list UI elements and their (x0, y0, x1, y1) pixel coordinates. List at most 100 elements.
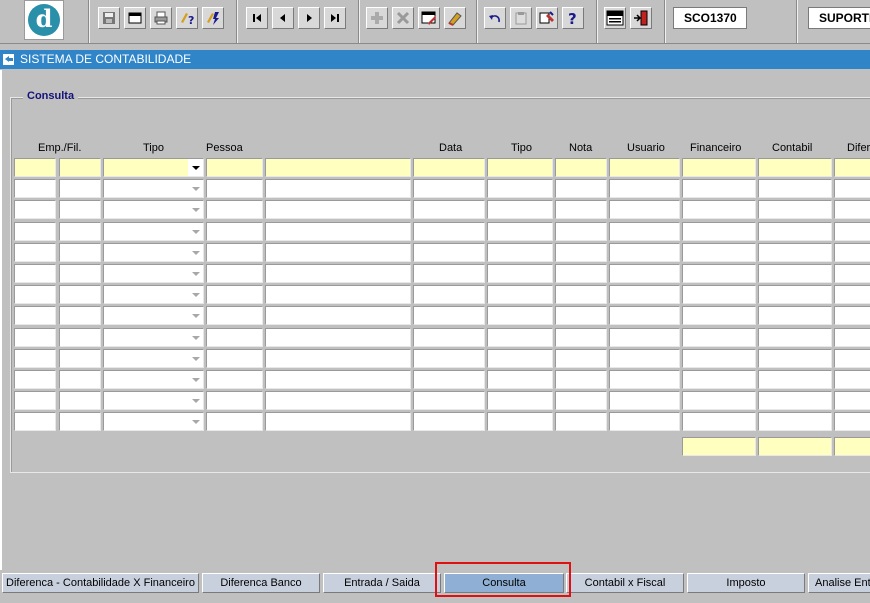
tipo-combo[interactable] (103, 285, 204, 304)
chevron-down-icon[interactable] (188, 180, 203, 197)
fil-field[interactable] (59, 412, 101, 431)
usuario-field[interactable] (609, 243, 680, 262)
tipo-combo[interactable] (103, 306, 204, 325)
contabil-field[interactable] (758, 158, 832, 177)
tipo-doc-field[interactable] (487, 412, 553, 431)
usuario-field[interactable] (609, 158, 680, 177)
tipo-combo[interactable] (103, 264, 204, 283)
diferenca-field[interactable] (834, 412, 870, 431)
tipo-doc-field[interactable] (487, 179, 553, 198)
nota-field[interactable] (555, 243, 607, 262)
diferenca-field[interactable] (834, 200, 870, 219)
financeiro-field[interactable] (682, 222, 756, 241)
diferenca-field[interactable] (834, 328, 870, 347)
contabil-field[interactable] (758, 328, 832, 347)
data-field[interactable] (413, 200, 485, 219)
tipo-combo[interactable] (103, 391, 204, 410)
chevron-down-icon[interactable] (188, 286, 203, 303)
pessoa-name-field[interactable] (265, 264, 411, 283)
diferenca-field[interactable] (834, 285, 870, 304)
pessoa-code-field[interactable] (206, 328, 263, 347)
window-icon[interactable] (124, 7, 146, 29)
tipo-doc-field[interactable] (487, 264, 553, 283)
financeiro-field[interactable] (682, 349, 756, 368)
fil-field[interactable] (59, 391, 101, 410)
pessoa-code-field[interactable] (206, 349, 263, 368)
undo-icon[interactable] (484, 7, 506, 29)
fil-field[interactable] (59, 222, 101, 241)
pessoa-name-field[interactable] (265, 285, 411, 304)
tipo-combo[interactable] (103, 349, 204, 368)
usuario-field[interactable] (609, 306, 680, 325)
pessoa-name-field[interactable] (265, 179, 411, 198)
nota-field[interactable] (555, 349, 607, 368)
data-field[interactable] (413, 349, 485, 368)
usuario-field[interactable] (609, 200, 680, 219)
chevron-down-icon[interactable] (188, 201, 203, 218)
nota-field[interactable] (555, 285, 607, 304)
tools-icon[interactable] (536, 7, 558, 29)
nota-field[interactable] (555, 179, 607, 198)
pessoa-code-field[interactable] (206, 285, 263, 304)
clear-icon[interactable] (444, 7, 466, 29)
emp-field[interactable] (14, 306, 56, 325)
chevron-down-icon[interactable] (188, 307, 203, 324)
fil-field[interactable] (59, 179, 101, 198)
tipo-doc-field[interactable] (487, 158, 553, 177)
chevron-down-icon[interactable] (188, 350, 203, 367)
previous-record-icon[interactable] (272, 7, 294, 29)
nota-field[interactable] (555, 158, 607, 177)
emp-field[interactable] (14, 412, 56, 431)
tipo-combo[interactable] (103, 243, 204, 262)
nota-field[interactable] (555, 306, 607, 325)
tab-analise-entrada[interactable]: Analise Entrada (808, 573, 870, 593)
emp-field[interactable] (14, 222, 56, 241)
tab-entrada-saida[interactable]: Entrada / Saida (323, 573, 441, 593)
usuario-field[interactable] (609, 179, 680, 198)
financeiro-field[interactable] (682, 200, 756, 219)
contabil-field[interactable] (758, 200, 832, 219)
fil-field[interactable] (59, 328, 101, 347)
menu-icon[interactable] (604, 7, 626, 29)
pessoa-code-field[interactable] (206, 412, 263, 431)
fil-field[interactable] (59, 243, 101, 262)
tipo-combo[interactable] (103, 328, 204, 347)
pessoa-code-field[interactable] (206, 370, 263, 389)
pessoa-code-field[interactable] (206, 243, 263, 262)
tab-diferenca-banco[interactable]: Diferenca Banco (202, 573, 320, 593)
financeiro-field[interactable] (682, 179, 756, 198)
emp-field[interactable] (14, 370, 56, 389)
data-field[interactable] (413, 391, 485, 410)
diferenca-field[interactable] (834, 179, 870, 198)
fil-field[interactable] (59, 264, 101, 283)
pessoa-name-field[interactable] (265, 158, 411, 177)
pessoa-code-field[interactable] (206, 179, 263, 198)
diferenca-field[interactable] (834, 391, 870, 410)
financeiro-field[interactable] (682, 306, 756, 325)
pessoa-name-field[interactable] (265, 306, 411, 325)
pessoa-code-field[interactable] (206, 391, 263, 410)
diferenca-field[interactable] (834, 243, 870, 262)
data-field[interactable] (413, 264, 485, 283)
chevron-down-icon[interactable] (188, 329, 203, 346)
nota-field[interactable] (555, 222, 607, 241)
tab-contabil-x-fiscal[interactable]: Contabil x Fiscal (566, 573, 684, 593)
usuario-field[interactable] (609, 222, 680, 241)
query-help-icon[interactable]: ? (176, 7, 198, 29)
fil-field[interactable] (59, 349, 101, 368)
tipo-doc-field[interactable] (487, 222, 553, 241)
diferenca-field[interactable] (834, 222, 870, 241)
tipo-doc-field[interactable] (487, 370, 553, 389)
financeiro-field[interactable] (682, 285, 756, 304)
tab-imposto[interactable]: Imposto (687, 573, 805, 593)
contabil-field[interactable] (758, 391, 832, 410)
pessoa-name-field[interactable] (265, 200, 411, 219)
fil-field[interactable] (59, 158, 101, 177)
edit-icon[interactable] (418, 7, 440, 29)
contabil-field[interactable] (758, 264, 832, 283)
tab-diferenca-contabilidade-financeiro[interactable]: Diferenca - Contabilidade X Financeiro (2, 573, 199, 593)
save-icon[interactable] (98, 7, 120, 29)
emp-field[interactable] (14, 328, 56, 347)
financeiro-field[interactable] (682, 158, 756, 177)
chevron-down-icon[interactable] (188, 392, 203, 409)
